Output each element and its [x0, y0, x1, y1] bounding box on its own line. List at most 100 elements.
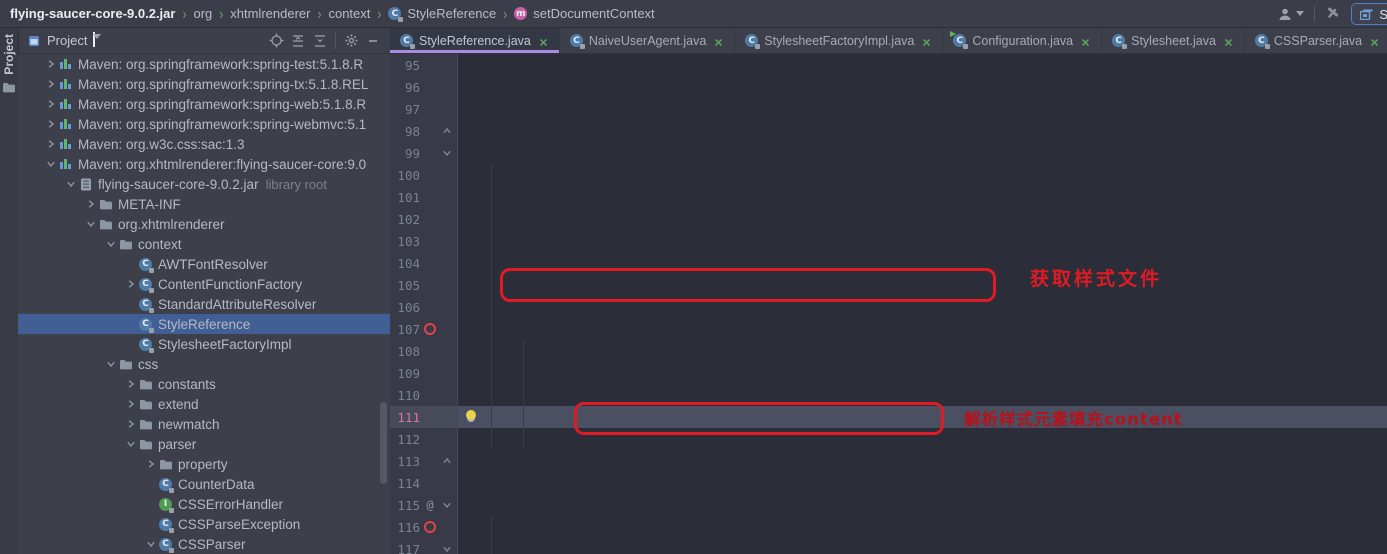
- settings-button[interactable]: [340, 31, 362, 51]
- chevron-right-icon[interactable]: [44, 117, 58, 131]
- project-tree[interactable]: Maven: org.springframework:spring-test:5…: [18, 54, 390, 554]
- gutter[interactable]: 103: [390, 230, 458, 252]
- chevron-down-icon[interactable]: [44, 157, 58, 171]
- gutter[interactable]: 116: [390, 516, 458, 538]
- fold-marker-icon[interactable]: [440, 456, 454, 466]
- chevron-right-icon[interactable]: [124, 377, 138, 391]
- collapse-all-button[interactable]: [309, 31, 331, 51]
- chevron-right-icon[interactable]: [124, 397, 138, 411]
- chevron-right-icon[interactable]: [44, 57, 58, 71]
- gutter[interactable]: 96: [390, 76, 458, 98]
- tree-item-StandardAttributeResolver[interactable]: CStandardAttributeResolver: [18, 294, 390, 314]
- chevron-down-icon[interactable]: [144, 537, 158, 551]
- code-editor[interactable]: 9596979899100101102103104105106107108109…: [390, 54, 1387, 554]
- chevron-right-icon[interactable]: [44, 77, 58, 91]
- tree-item-context[interactable]: context: [18, 234, 390, 254]
- tab-CSSParser-java[interactable]: CCSSParser.java: [1245, 28, 1387, 53]
- breadcrumb-item[interactable]: org: [193, 6, 212, 21]
- hide-button[interactable]: [362, 31, 384, 51]
- gutter[interactable]: 95: [390, 54, 458, 76]
- close-icon[interactable]: [539, 36, 549, 46]
- gutter[interactable]: 105: [390, 274, 458, 296]
- close-icon[interactable]: [1370, 36, 1380, 46]
- gutter[interactable]: 99: [390, 142, 458, 164]
- gutter[interactable]: 117: [390, 538, 458, 554]
- gutter[interactable]: 97: [390, 98, 458, 120]
- project-panel-title[interactable]: Project: [47, 33, 87, 48]
- tree-item-property[interactable]: property: [18, 454, 390, 474]
- user-menu-button[interactable]: [1277, 7, 1304, 21]
- breadcrumb-item[interactable]: CStyleReference: [388, 6, 496, 21]
- gutter[interactable]: 112: [390, 428, 458, 450]
- fold-marker-icon[interactable]: [440, 126, 454, 136]
- intention-bulb-icon[interactable]: [466, 410, 476, 420]
- tree-item-Maven-org-springframework-spring-webmvc-[interactable]: Maven: org.springframework:spring-webmvc…: [18, 114, 390, 134]
- breadcrumb-item[interactable]: msetDocumentContext: [514, 6, 654, 21]
- tree-item-CSSParseException[interactable]: CCSSParseException: [18, 514, 390, 534]
- close-icon[interactable]: [1224, 36, 1234, 46]
- gutter[interactable]: 111: [390, 406, 458, 428]
- tree-item-Maven-org-springframework-spring-web-5-1[interactable]: Maven: org.springframework:spring-web:5.…: [18, 94, 390, 114]
- tree-item-parser[interactable]: parser: [18, 434, 390, 454]
- chevron-right-icon[interactable]: [44, 137, 58, 151]
- gutter[interactable]: 102: [390, 208, 458, 230]
- project-view-dropdown[interactable]: [93, 32, 95, 47]
- fold-marker-icon[interactable]: [440, 544, 454, 554]
- close-icon[interactable]: [922, 36, 932, 46]
- chevron-right-icon[interactable]: [124, 417, 138, 431]
- tree-item-Maven-org-springframework-spring-tx-5-1-[interactable]: Maven: org.springframework:spring-tx:5.1…: [18, 74, 390, 94]
- locate-button[interactable]: [265, 31, 287, 51]
- tree-item-flying-saucer-core-9-0-2-jar[interactable]: flying-saucer-core-9.0.2.jarlibrary root: [18, 174, 390, 194]
- tree-item-ContentFunctionFactory[interactable]: CContentFunctionFactory: [18, 274, 390, 294]
- tree-item-CSSParser[interactable]: CCSSParser: [18, 534, 390, 554]
- tree-scrollbar[interactable]: [380, 402, 387, 484]
- tab-Configuration-java[interactable]: CConfiguration.java: [943, 28, 1102, 53]
- breadcrumb-item[interactable]: context: [328, 6, 370, 21]
- chevron-right-icon[interactable]: [124, 277, 138, 291]
- tree-item-Maven-org-xhtmlrenderer-flying-saucer-co[interactable]: Maven: org.xhtmlrenderer:flying-saucer-c…: [18, 154, 390, 174]
- tab-StylesheetFactoryImpl-java[interactable]: CStylesheetFactoryImpl.java: [735, 28, 943, 53]
- tab-Stylesheet-java[interactable]: CStylesheet.java: [1102, 28, 1245, 53]
- breadcrumb-item[interactable]: xhtmlrenderer: [230, 6, 310, 21]
- tree-item-org-xhtmlrenderer[interactable]: org.xhtmlrenderer: [18, 214, 390, 234]
- tree-item-StyleReference[interactable]: CStyleReference: [18, 314, 390, 334]
- gutter[interactable]: 108: [390, 340, 458, 362]
- gutter[interactable]: 106: [390, 296, 458, 318]
- tab-NaiveUserAgent-java[interactable]: CNaiveUserAgent.java: [560, 28, 735, 53]
- gutter[interactable]: 114: [390, 472, 458, 494]
- tree-item-newmatch[interactable]: newmatch: [18, 414, 390, 434]
- tree-item-Maven-org-springframework-spring-test-5-[interactable]: Maven: org.springframework:spring-test:5…: [18, 54, 390, 74]
- fold-marker-icon[interactable]: [440, 500, 454, 510]
- gutter[interactable]: 104: [390, 252, 458, 274]
- gutter[interactable]: 107: [390, 318, 458, 340]
- chevron-right-icon[interactable]: [44, 97, 58, 111]
- gutter[interactable]: 113: [390, 450, 458, 472]
- chevron-down-icon[interactable]: [104, 237, 118, 251]
- gutter[interactable]: 109: [390, 362, 458, 384]
- build-button[interactable]: [1325, 5, 1341, 23]
- close-icon[interactable]: [714, 36, 724, 46]
- tree-item-AWTFontResolver[interactable]: CAWTFontResolver: [18, 254, 390, 274]
- gutter[interactable]: 98: [390, 120, 458, 142]
- tree-item-constants[interactable]: constants: [18, 374, 390, 394]
- tree-item-css[interactable]: css: [18, 354, 390, 374]
- chevron-down-icon[interactable]: [104, 357, 118, 371]
- tree-item-META-INF[interactable]: META-INF: [18, 194, 390, 214]
- expand-all-button[interactable]: [287, 31, 309, 51]
- chevron-down-icon[interactable]: [64, 177, 78, 191]
- tree-item-StylesheetFactoryImpl[interactable]: CStylesheetFactoryImpl: [18, 334, 390, 354]
- gutter[interactable]: 101: [390, 186, 458, 208]
- close-icon[interactable]: [1081, 36, 1091, 46]
- gutter[interactable]: 100: [390, 164, 458, 186]
- tree-item-Maven-org-w3c-css-sac-1-3[interactable]: Maven: org.w3c.css:sac:1.3: [18, 134, 390, 154]
- tab-StyleReference-java[interactable]: CStyleReference.java: [390, 28, 560, 53]
- gutter[interactable]: 115@: [390, 494, 458, 516]
- project-tool-tab[interactable]: Project: [0, 34, 18, 96]
- gutter[interactable]: 110: [390, 384, 458, 406]
- chevron-down-icon[interactable]: [84, 217, 98, 231]
- tree-item-CounterData[interactable]: CCounterData: [18, 474, 390, 494]
- tree-item-extend[interactable]: extend: [18, 394, 390, 414]
- chevron-down-icon[interactable]: [124, 437, 138, 451]
- tree-item-CSSErrorHandler[interactable]: ICSSErrorHandler: [18, 494, 390, 514]
- run-configuration-button[interactable]: S: [1351, 3, 1387, 25]
